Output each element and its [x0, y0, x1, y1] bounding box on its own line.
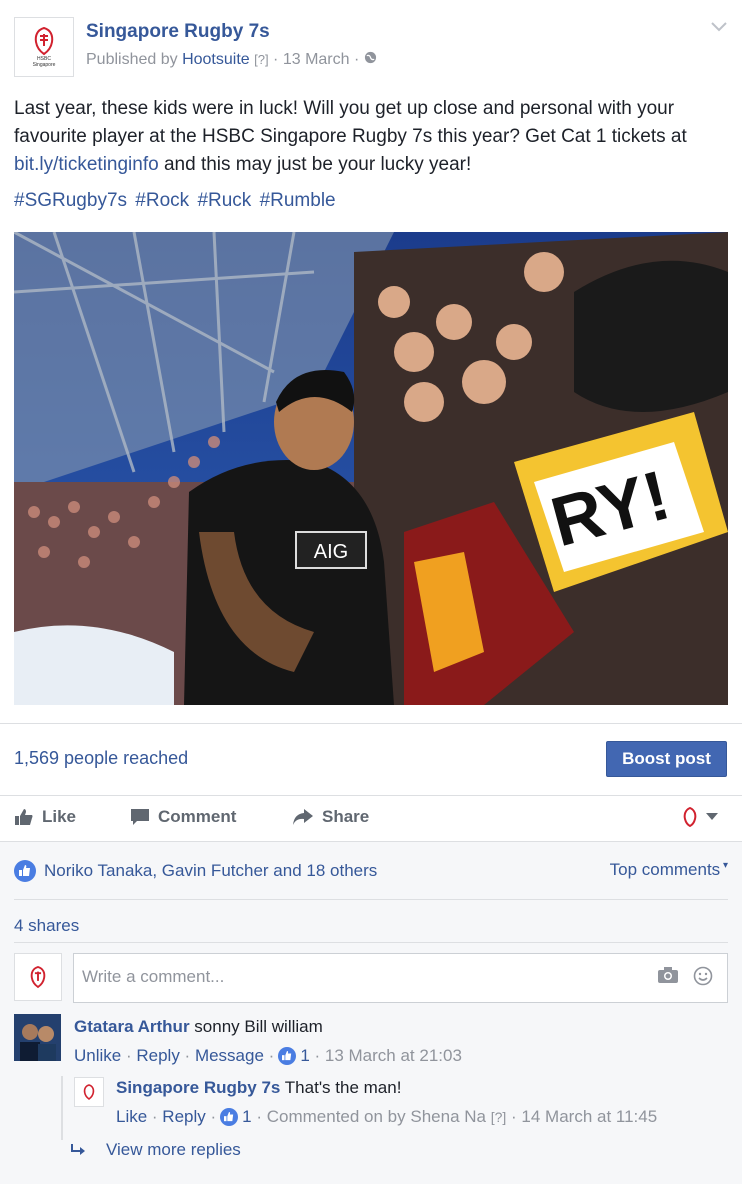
- reply-link[interactable]: Reply: [136, 1046, 179, 1066]
- hashtag-link[interactable]: #Ruck: [197, 190, 251, 211]
- ticket-link[interactable]: bit.ly/ticketinginfo: [14, 154, 159, 175]
- page-avatar-small-icon: [683, 807, 697, 827]
- view-more-label: View more replies: [106, 1140, 241, 1159]
- chevron-down-icon[interactable]: [710, 21, 728, 33]
- feedback-area: Noriko Tanaka, Gavin Futcher and 18 othe…: [0, 841, 742, 1184]
- comment-text: sonny Bill william: [194, 1017, 323, 1036]
- reply-thread-line: [61, 1076, 63, 1140]
- likes-names: Noriko Tanaka, Gavin Futcher and 18 othe…: [44, 861, 378, 880]
- logo-text-2: Singapore: [32, 62, 56, 68]
- help-marker[interactable]: [?]: [254, 52, 268, 67]
- comment-input[interactable]: Write a comment...: [73, 953, 728, 1003]
- page-name-link[interactable]: Singapore Rugby 7s: [86, 21, 270, 43]
- body-text-2: and this may just be your lucky year!: [158, 154, 472, 175]
- boost-post-button[interactable]: Boost post: [606, 741, 727, 777]
- comment-1: Gtatara Arthur sonny Bill william: [74, 1017, 323, 1037]
- caret-icon: ▾: [720, 860, 728, 871]
- post-meta: Published by Hootsuite [?] · 13 March ·: [86, 51, 377, 69]
- post-as-selector[interactable]: [682, 807, 726, 827]
- reply-arrow-icon: [71, 1144, 85, 1155]
- share-button[interactable]: Share: [292, 807, 369, 827]
- divider: [0, 723, 742, 724]
- commented-on-by: Commented on by Shena Na: [266, 1107, 486, 1126]
- divider-3: [14, 899, 728, 900]
- publisher-link[interactable]: Hootsuite: [182, 51, 250, 68]
- help-marker[interactable]: [?]: [491, 1109, 507, 1125]
- unlike-link[interactable]: Unlike: [74, 1046, 121, 1066]
- emoji-icon[interactable]: [693, 966, 713, 986]
- top-comments-dropdown[interactable]: Top comments ▾: [610, 860, 728, 880]
- shares-count[interactable]: 4 shares: [14, 916, 79, 936]
- like-reaction-icon: [14, 860, 36, 882]
- like-reaction-icon: [278, 1047, 297, 1065]
- reply-like-count[interactable]: 1: [242, 1107, 251, 1127]
- comment-like-count[interactable]: 1: [300, 1046, 309, 1066]
- comment-1-meta: Unlike · Reply · Message · 1 · 13 March …: [74, 1046, 462, 1066]
- reach-count[interactable]: 1,569 people reached: [14, 748, 188, 769]
- hashtag-link[interactable]: #SGRugby7s: [14, 190, 127, 211]
- post-photo[interactable]: AIG RY!: [14, 232, 728, 705]
- top-comments-label: Top comments: [609, 860, 721, 879]
- comment-icon: [131, 809, 149, 825]
- page-avatar[interactable]: HSBC Singapore: [14, 17, 74, 77]
- reply-avatar[interactable]: [74, 1077, 104, 1107]
- rugby-fans-photo: AIG RY!: [14, 232, 728, 705]
- published-by-label: Published by: [86, 51, 178, 68]
- share-label: Share: [322, 807, 370, 826]
- caret-down-icon: [706, 813, 718, 820]
- rugby-logo-icon: [34, 26, 54, 56]
- commenter-avatar: [14, 953, 62, 1001]
- post-date[interactable]: 13 March: [283, 51, 350, 68]
- globe-icon: [364, 51, 376, 64]
- divider-2: [0, 795, 742, 796]
- hashtags: #SGRugby7s #Rock #Ruck #Rumble: [14, 190, 339, 212]
- rugby-logo-icon: [30, 965, 46, 989]
- comment-author-link[interactable]: Gtatara Arthur: [74, 1017, 190, 1036]
- jersey-text: AIG: [314, 541, 348, 563]
- like-reaction-icon: [220, 1108, 239, 1126]
- reply-author-link[interactable]: Singapore Rugby 7s: [116, 1078, 280, 1097]
- body-text-1: Last year, these kids were in luck! Will…: [14, 98, 687, 147]
- post-header: HSBC Singapore Singapore Rugby 7s Publis…: [14, 17, 728, 77]
- like-label: Like: [42, 807, 77, 826]
- post-body: Last year, these kids were in luck! Will…: [14, 95, 730, 179]
- reply-reply-link[interactable]: Reply: [162, 1107, 205, 1127]
- reply-time[interactable]: 14 March at 11:45: [521, 1107, 657, 1127]
- camera-icon[interactable]: [657, 966, 679, 984]
- comment-label: Comment: [158, 807, 237, 826]
- likes-summary[interactable]: Noriko Tanaka, Gavin Futcher and 18 othe…: [14, 860, 377, 882]
- like-button[interactable]: Like: [14, 807, 76, 827]
- share-arrow-icon: [293, 809, 313, 825]
- separator-2: ·: [353, 51, 360, 68]
- divider-4: [14, 942, 728, 943]
- reply-text: That's the man!: [284, 1078, 402, 1097]
- comment-button[interactable]: Comment: [130, 807, 236, 827]
- hashtag-link[interactable]: #Rock: [135, 190, 189, 211]
- comment-placeholder: Write a comment...: [82, 967, 225, 986]
- rugby-logo-icon: [83, 1084, 95, 1100]
- thumbs-up-icon: [15, 809, 33, 825]
- hashtag-link[interactable]: #Rumble: [260, 190, 336, 211]
- commenter-photo[interactable]: [14, 1014, 61, 1061]
- message-link[interactable]: Message: [195, 1046, 264, 1066]
- comment-time[interactable]: 13 March at 21:03: [325, 1046, 462, 1066]
- reply-1-meta: Like · Reply · 1 · Commented on by Shena…: [116, 1107, 658, 1127]
- post-card: HSBC Singapore Singapore Rugby 7s Publis…: [0, 0, 742, 1184]
- action-bar: Like Comment Share: [0, 797, 742, 841]
- view-more-replies[interactable]: View more replies: [70, 1140, 241, 1160]
- reply-like-link[interactable]: Like: [116, 1107, 147, 1127]
- separator: ·: [273, 51, 279, 68]
- composer-icons: [657, 966, 713, 986]
- reply-1: Singapore Rugby 7s That's the man!: [116, 1078, 401, 1098]
